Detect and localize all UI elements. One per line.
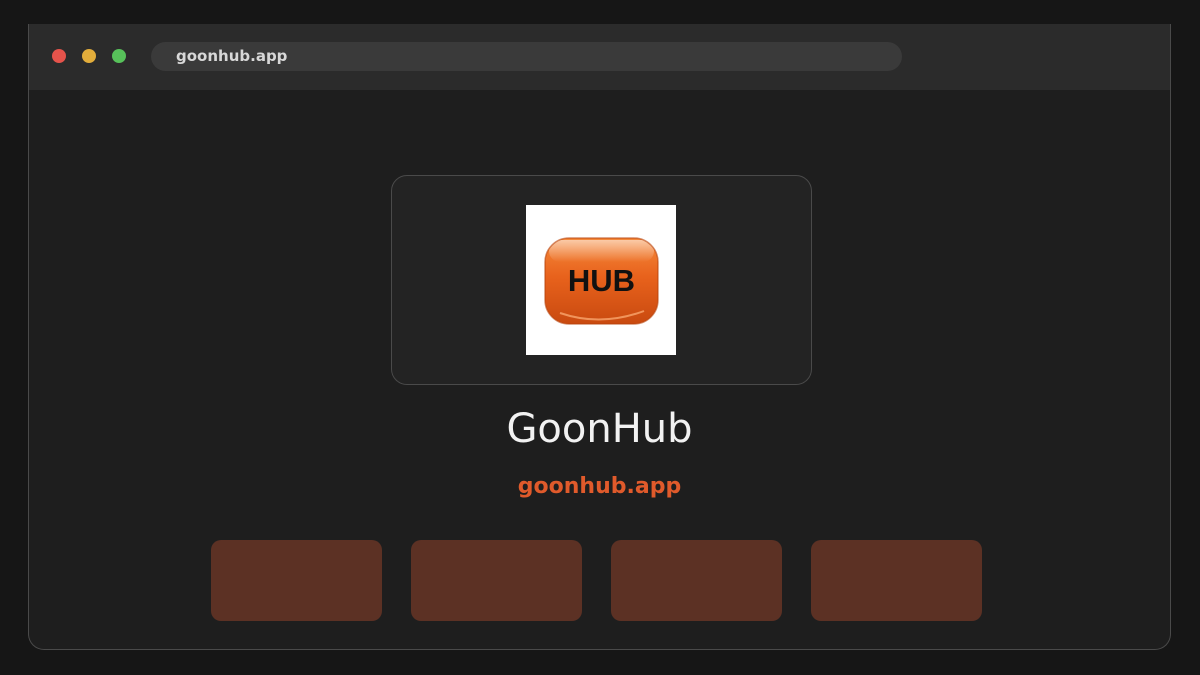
maximize-window-button[interactable] bbox=[112, 49, 126, 63]
app-logo-icon: HUB bbox=[526, 205, 676, 355]
address-bar[interactable]: goonhub.app bbox=[151, 42, 902, 71]
app-logo-card: HUB bbox=[391, 175, 812, 385]
action-tile-3[interactable] bbox=[611, 540, 782, 621]
hub-logo-graphic: HUB bbox=[544, 237, 659, 325]
title-bar: goonhub.app bbox=[29, 24, 1170, 90]
browser-window: goonhub.app HUB GoonHub goonhub.app bbox=[28, 24, 1171, 650]
close-window-button[interactable] bbox=[52, 49, 66, 63]
app-title: GoonHub bbox=[506, 406, 693, 452]
address-bar-url: goonhub.app bbox=[176, 47, 288, 65]
action-tile-4[interactable] bbox=[811, 540, 982, 621]
logo-text: HUB bbox=[568, 263, 635, 298]
action-tile-1[interactable] bbox=[211, 540, 382, 621]
action-tile-2[interactable] bbox=[411, 540, 582, 621]
minimize-window-button[interactable] bbox=[82, 49, 96, 63]
app-domain-link[interactable]: goonhub.app bbox=[29, 472, 1170, 502]
